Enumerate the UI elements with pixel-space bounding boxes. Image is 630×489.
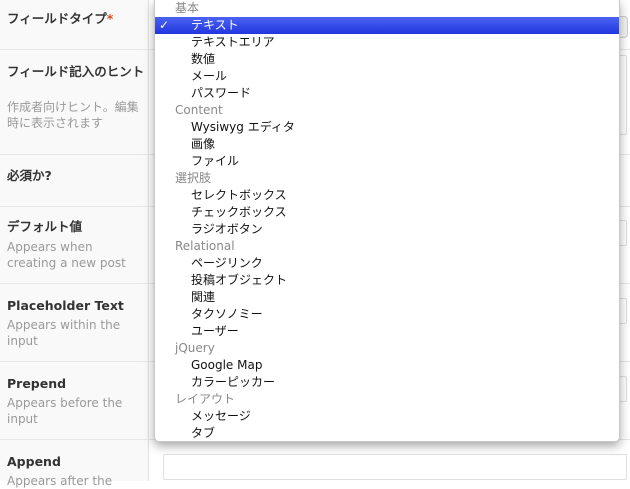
append-input[interactable] — [163, 454, 627, 480]
dropdown-option-label: テキスト — [191, 18, 239, 32]
dropdown-option-label: メール — [191, 69, 228, 83]
dropdown-option-label: 関連 — [191, 290, 216, 304]
dropdown-option-label: ユーザー — [191, 324, 239, 338]
instructions-label: フィールド記入のヒント — [7, 64, 145, 79]
dropdown-option[interactable]: Wysiwyg エディタ — [155, 119, 619, 136]
placeholder-hint: Appears within the input — [7, 318, 121, 348]
dropdown-option-label: タクソノミー — [191, 307, 263, 321]
dropdown-option[interactable]: ラジオボタン — [155, 221, 619, 238]
dropdown-option[interactable]: パスワード — [155, 85, 619, 102]
dropdown-option[interactable]: ✓ テキスト — [155, 17, 619, 34]
dropdown-option[interactable]: Google Map — [155, 357, 619, 374]
dropdown-option-label: 数値 — [191, 52, 216, 66]
dropdown-option-label: タブ — [191, 426, 216, 440]
dropdown-option[interactable]: ユーザー — [155, 323, 619, 340]
dropdown-group-label: Relational — [175, 239, 235, 253]
dropdown-option[interactable]: セレクトボックス — [155, 187, 619, 204]
dropdown-option-label: カラーピッカー — [191, 375, 276, 389]
dropdown-option[interactable]: タクソノミー — [155, 306, 619, 323]
dropdown-option-label: ページリンク — [191, 256, 263, 270]
append-hint: Appears after the — [7, 474, 113, 488]
dropdown-option-label: セレクトボックス — [191, 188, 287, 202]
placeholder-label: Placeholder Text — [7, 298, 124, 313]
dropdown-option[interactable]: メッセージ — [155, 408, 619, 425]
required-label: 必須か? — [7, 168, 52, 183]
dropdown-group-label: 選択肢 — [175, 171, 212, 185]
dropdown-option-label: ファイル — [191, 154, 240, 168]
dropdown-option[interactable]: テキストエリア — [155, 34, 619, 51]
default-value-label: デフォルト値 — [7, 219, 83, 234]
append-label: Append — [7, 454, 61, 469]
dropdown-option[interactable]: 画像 — [155, 136, 619, 153]
dropdown-option-label: チェックボックス — [191, 205, 287, 219]
dropdown-group-label: Content — [175, 103, 223, 117]
dropdown-option-label: Google Map — [191, 358, 263, 372]
dropdown-option-label: ラジオボタン — [191, 222, 263, 236]
dropdown-option[interactable]: 投稿オブジェクト — [155, 272, 619, 289]
dropdown-option-label: Wysiwyg エディタ — [191, 120, 295, 134]
dropdown-option[interactable]: ファイル — [155, 153, 619, 170]
checkmark-icon: ✓ — [159, 18, 170, 32]
required-asterisk: * — [106, 11, 114, 26]
field-type-dropdown[interactable]: 基本 ✓ テキストテキストエリア 数値メールパスワード Content Wysiwyg エ… — [154, 0, 620, 442]
instructions-hint: 作成者向けヒント。編集時に表示されます — [7, 100, 139, 130]
dropdown-option[interactable]: ページリンク — [155, 255, 619, 272]
field-type-label: フィールドタイプ* — [7, 11, 114, 26]
dropdown-option-label: テキストエリア — [191, 35, 275, 49]
prepend-hint: Appears before the input — [7, 396, 123, 426]
default-value-hint: Appears when creating a new post — [7, 240, 126, 270]
dropdown-group-label: jQuery — [175, 341, 215, 355]
dropdown-option[interactable]: カラーピッカー — [155, 374, 619, 391]
dropdown-option[interactable]: メール — [155, 68, 619, 85]
dropdown-group-label: 基本 — [175, 1, 200, 15]
select-arrow-edge[interactable] — [620, 16, 628, 38]
prepend-label: Prepend — [7, 376, 67, 391]
dropdown-option-label: 投稿オブジェクト — [191, 273, 288, 287]
dropdown-option-label: 画像 — [191, 137, 216, 151]
dropdown-option-label: メッセージ — [191, 409, 251, 423]
dropdown-option[interactable]: チェックボックス — [155, 204, 619, 221]
dropdown-option[interactable]: 数値 — [155, 51, 619, 68]
dropdown-option-label: パスワード — [191, 86, 252, 100]
dropdown-option[interactable]: タブ — [155, 425, 619, 441]
dropdown-group-label: レイアウト — [175, 392, 236, 406]
dropdown-option[interactable]: 関連 — [155, 289, 619, 306]
